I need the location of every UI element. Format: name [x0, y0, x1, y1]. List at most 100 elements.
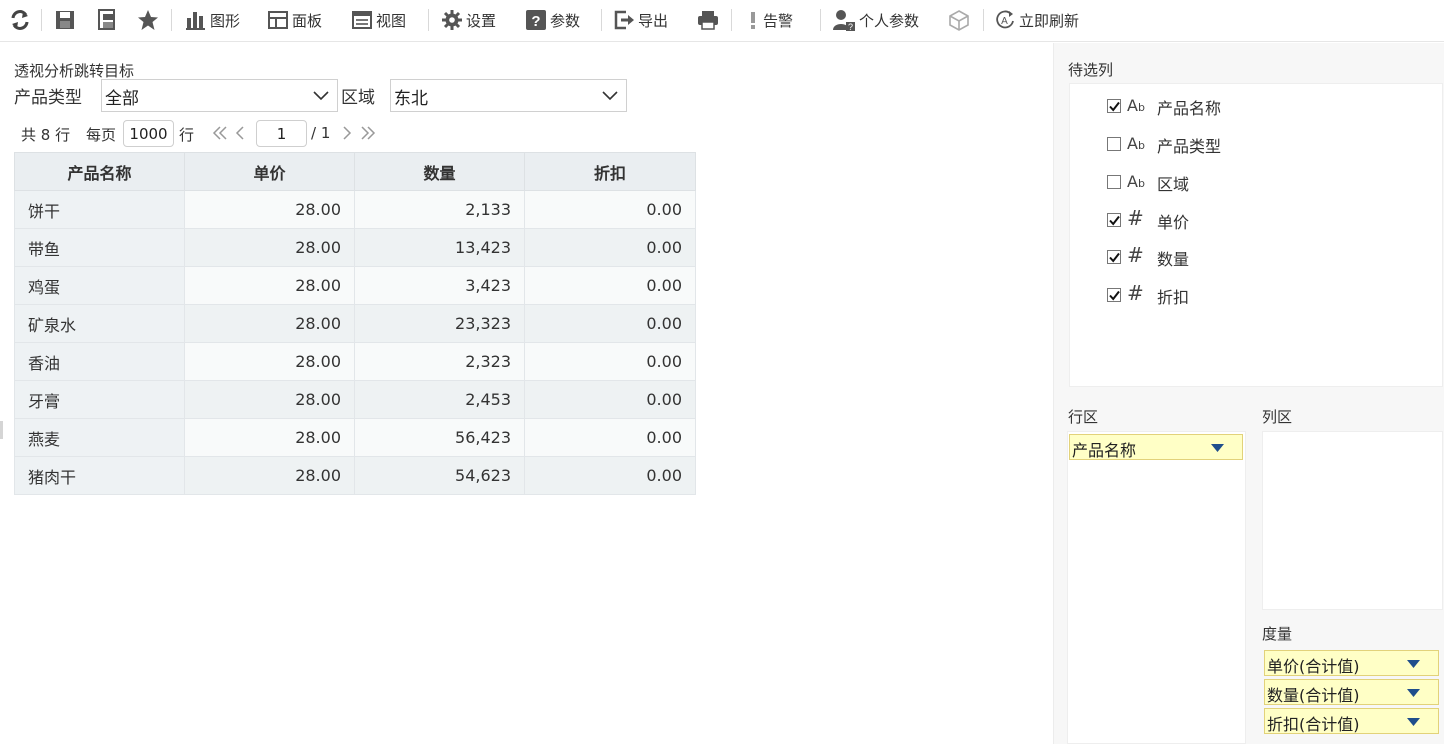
export-button[interactable]: 导出 [613, 6, 668, 34]
panel-button[interactable]: 面板 [267, 6, 322, 34]
cell-quantity: 56,423 [354, 418, 525, 457]
measure-chip[interactable]: 折扣(合计值) [1264, 708, 1439, 734]
check-icon [1109, 252, 1120, 263]
personal-params-label: 个人参数 [859, 11, 920, 30]
cell-product-name: 矿泉水 [14, 304, 185, 343]
column-header-discount[interactable]: 折扣 [524, 152, 696, 191]
cell-unit-price: 28.00 [184, 266, 355, 305]
cell-quantity: 23,323 [354, 304, 525, 343]
page-number-input[interactable]: 1 [256, 120, 307, 147]
region-select[interactable]: 东北 [390, 79, 627, 112]
cell-discount: 0.00 [524, 418, 696, 457]
cell-product-name: 香油 [14, 342, 185, 381]
field-checkbox[interactable] [1107, 250, 1121, 264]
print-button[interactable] [697, 6, 719, 34]
cell-discount: 0.00 [524, 228, 696, 267]
check-icon [1109, 215, 1120, 226]
exclamation-icon [751, 12, 755, 29]
refresh-now-button[interactable]: A 立即刷新 [994, 6, 1079, 34]
cell-discount: 0.00 [524, 190, 696, 229]
field-item-quantity[interactable]: # 数量 [1107, 243, 1407, 269]
text-type-icon: Ab [1127, 134, 1145, 153]
caret-down-icon[interactable] [1407, 660, 1420, 668]
data-table: 产品名称 单价 数量 折扣 饼干 28.00 2,133 0.00 带鱼 28.… [14, 152, 696, 495]
field-item-unit-price[interactable]: # 单价 [1107, 206, 1407, 232]
check-icon [1109, 101, 1120, 112]
field-checkbox[interactable] [1107, 213, 1121, 227]
save-button[interactable] [54, 6, 76, 34]
toolbar-separator [820, 9, 821, 31]
prev-page-icon[interactable] [235, 126, 245, 140]
cell-unit-price: 28.00 [184, 418, 355, 457]
table-row: 猪肉干 28.00 54,623 0.00 [14, 456, 696, 495]
per-page-input[interactable]: 1000 [123, 120, 174, 147]
printer-icon [698, 11, 718, 30]
cell-quantity: 2,133 [354, 190, 525, 229]
cell-unit-price: 28.00 [184, 228, 355, 267]
pager: 共 8 行 每页 1000 行 1 / 1 [14, 120, 414, 148]
column-header-product-name[interactable]: 产品名称 [14, 152, 185, 191]
field-item-region[interactable]: Ab 区域 [1107, 170, 1407, 194]
per-page-label: 每页 [86, 126, 117, 144]
field-item-product-type[interactable]: Ab 产品类型 [1107, 132, 1407, 156]
field-name: 产品名称 [1157, 99, 1222, 118]
caret-down-icon[interactable] [1407, 718, 1420, 726]
field-checkbox[interactable] [1107, 137, 1121, 151]
params-button[interactable]: ? 参数 [525, 6, 580, 34]
measure-chip[interactable]: 数量(合计值) [1264, 679, 1439, 705]
refresh-icon-button[interactable] [9, 6, 31, 34]
field-item-discount[interactable]: # 折扣 [1107, 281, 1407, 307]
table-row: 鸡蛋 28.00 3,423 0.00 [14, 266, 696, 305]
column-header-quantity[interactable]: 数量 [354, 152, 525, 191]
toolbar-separator [731, 9, 732, 31]
favorite-button[interactable] [137, 6, 159, 34]
toolbar-separator [983, 9, 984, 31]
cell-unit-price: 28.00 [184, 304, 355, 343]
cell-quantity: 13,423 [354, 228, 525, 267]
text-type-icon: Ab [1127, 172, 1145, 191]
product-type-select[interactable]: 全部 [101, 79, 338, 112]
next-page-icon[interactable] [342, 126, 352, 140]
product-type-value: 全部 [105, 89, 139, 109]
svg-text:?: ? [531, 13, 540, 30]
caret-down-icon[interactable] [1211, 444, 1224, 452]
cell-discount: 0.00 [524, 342, 696, 381]
collapse-handle[interactable] [0, 421, 3, 439]
personal-params-button[interactable]: ? 个人参数 [832, 6, 919, 34]
panel-layout-icon [268, 11, 288, 29]
view-button[interactable]: 视图 [351, 6, 406, 34]
cell-product-name: 带鱼 [14, 228, 185, 267]
candidates-title: 待选列 [1068, 61, 1114, 79]
column-zone[interactable] [1262, 431, 1443, 610]
gear-icon [442, 10, 462, 30]
cube-icon [949, 10, 969, 31]
row-zone-title: 行区 [1068, 408, 1099, 426]
row-zone[interactable]: 产品名称 [1067, 431, 1246, 744]
check-icon [1109, 290, 1120, 301]
caret-down-icon[interactable] [1407, 689, 1420, 697]
row-zone-chip[interactable]: 产品名称 [1069, 434, 1243, 460]
table-row: 带鱼 28.00 13,423 0.00 [14, 228, 696, 267]
settings-button[interactable]: 设置 [441, 6, 496, 34]
field-name: 区域 [1157, 175, 1190, 194]
total-pages: / 1 [311, 124, 331, 142]
first-page-icon[interactable] [212, 126, 228, 140]
column-header-unit-price[interactable]: 单价 [184, 152, 355, 191]
last-page-icon[interactable] [360, 126, 376, 140]
field-checkbox[interactable] [1107, 175, 1121, 189]
measure-chip[interactable]: 单价(合计值) [1264, 650, 1439, 676]
field-checkbox[interactable] [1107, 288, 1121, 302]
alarm-button[interactable]: 告警 [746, 6, 793, 34]
refresh-icon [11, 10, 29, 30]
save-as-button[interactable] [96, 6, 118, 34]
filter-label-region: 区域 [341, 88, 375, 108]
refresh-now-label: 立即刷新 [1019, 11, 1080, 30]
field-checkbox[interactable] [1107, 99, 1121, 113]
number-type-icon: # [1127, 281, 1144, 305]
cell-quantity: 3,423 [354, 266, 525, 305]
chip-label: 产品名称 [1072, 441, 1137, 460]
cube-button[interactable] [947, 6, 971, 34]
svg-text:?: ? [848, 22, 853, 31]
field-item-product-name[interactable]: Ab 产品名称 [1107, 94, 1407, 118]
graph-button[interactable]: 图形 [185, 6, 240, 34]
